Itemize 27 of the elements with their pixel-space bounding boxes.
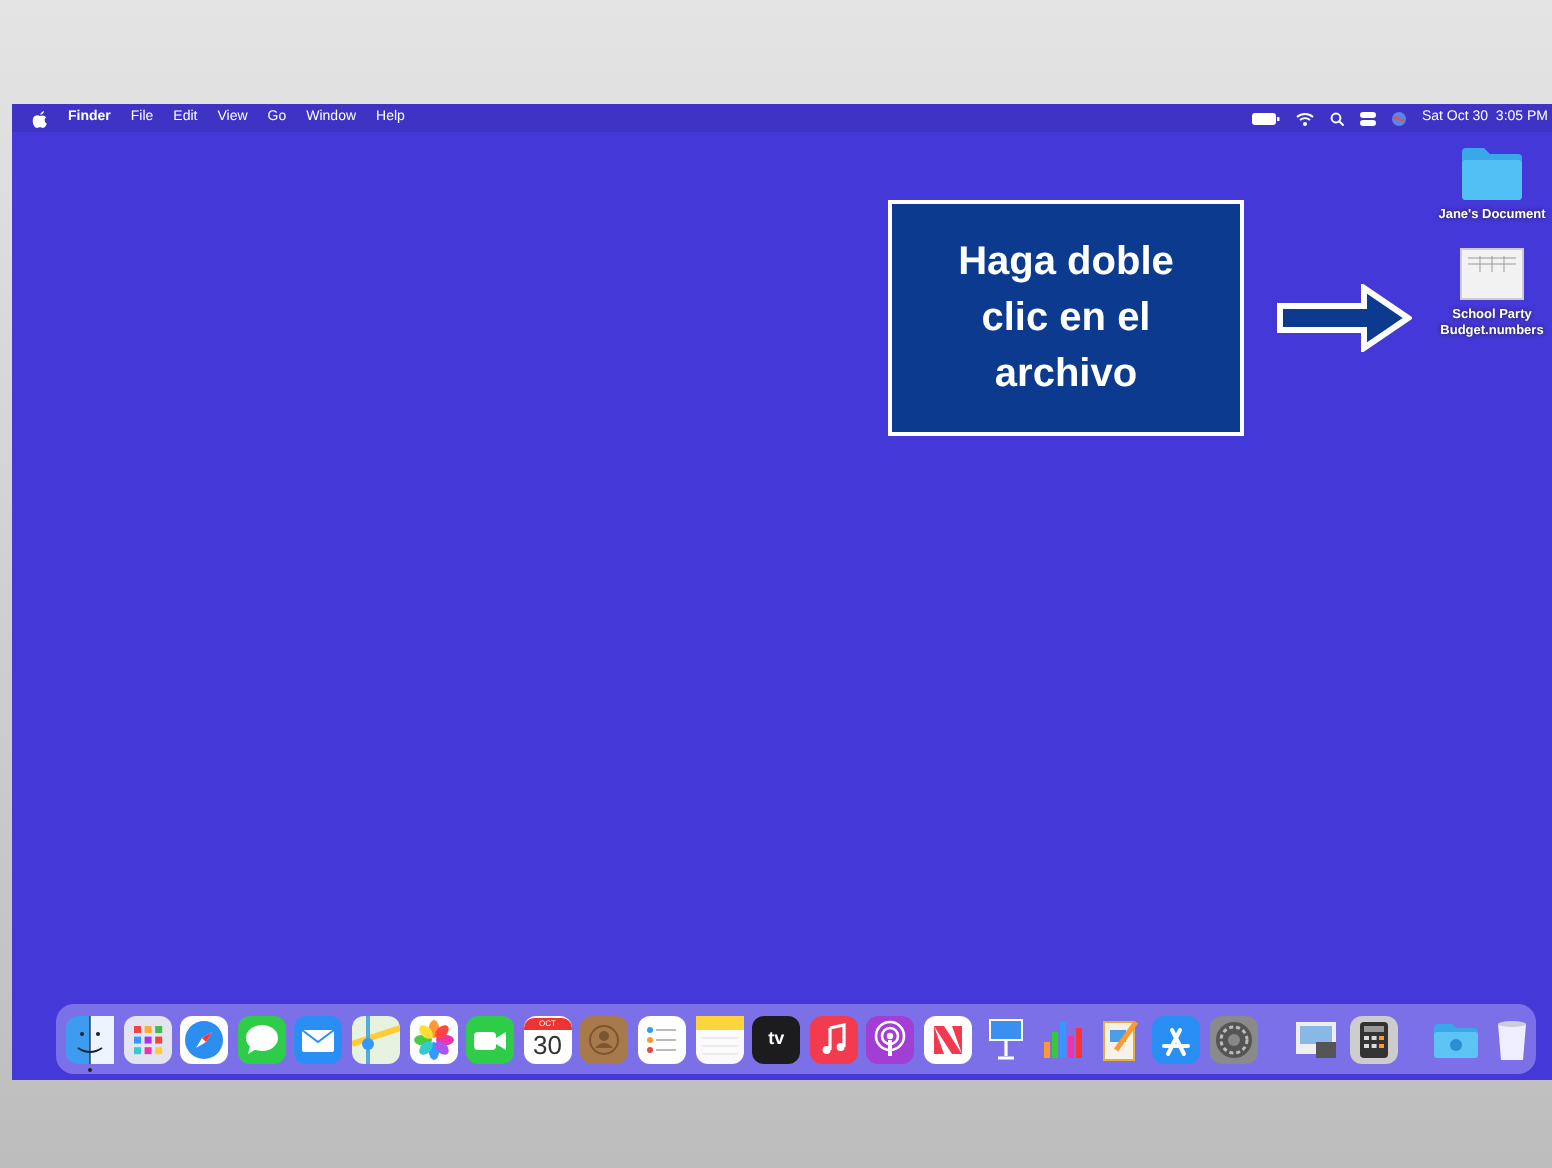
right-arrow-icon (1276, 284, 1412, 352)
compass-icon[interactable] (180, 1015, 229, 1063)
list-icon[interactable] (637, 1015, 686, 1063)
control-center-icon[interactable] (1359, 111, 1376, 125)
speech-bubble-icon[interactable] (237, 1015, 286, 1063)
notepad-icon[interactable] (695, 1015, 744, 1063)
callout-box: Haga doble clic en el archivo (888, 200, 1244, 436)
podcast-icon[interactable] (866, 1015, 915, 1063)
flower-icon[interactable] (409, 1015, 458, 1063)
tv-icon[interactable]: tv (752, 1015, 801, 1063)
search-icon[interactable] (1329, 111, 1344, 125)
gear-icon[interactable] (1209, 1015, 1258, 1063)
video-camera-icon[interactable] (466, 1015, 515, 1063)
news-icon[interactable] (923, 1015, 972, 1063)
spreadsheet-thumbnail-icon[interactable] (1460, 248, 1524, 300)
calculator-icon[interactable] (1349, 1015, 1398, 1063)
music-note-icon[interactable] (809, 1015, 858, 1063)
apple-logo-icon[interactable] (32, 109, 48, 127)
siri-icon[interactable] (1391, 111, 1406, 125)
app-store-icon[interactable] (1152, 1015, 1201, 1063)
face-icon[interactable] (66, 1015, 114, 1063)
envelope-icon[interactable] (294, 1015, 343, 1063)
folder-icon[interactable] (1460, 144, 1524, 200)
map-icon[interactable] (351, 1015, 400, 1063)
wifi-icon[interactable] (1295, 111, 1314, 125)
grid-icon[interactable] (123, 1015, 172, 1063)
battery-icon[interactable] (1251, 111, 1280, 125)
